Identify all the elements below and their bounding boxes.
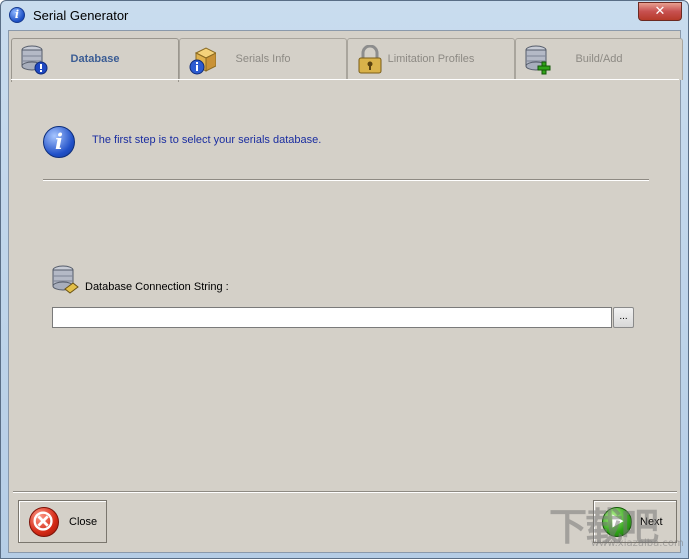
wizard-panel: Database Serials Info Limitation Profile… bbox=[8, 30, 683, 553]
database-connection-icon bbox=[52, 265, 79, 294]
title-bar[interactable]: i Serial Generator ✕ bbox=[1, 1, 688, 29]
tab-limitation-profiles[interactable]: Limitation Profiles bbox=[347, 38, 515, 80]
tab-database[interactable]: Database bbox=[11, 38, 179, 82]
separator bbox=[43, 179, 649, 181]
app-info-icon: i bbox=[9, 7, 25, 23]
info-icon: i bbox=[43, 126, 75, 158]
tab-limitation-profiles-label: Limitation Profiles bbox=[387, 53, 475, 65]
tab-divider bbox=[11, 79, 679, 80]
tab-build-add-label: Build/Add bbox=[575, 53, 623, 65]
window-title: Serial Generator bbox=[33, 8, 129, 23]
connection-string-input[interactable] bbox=[52, 307, 612, 328]
step-instruction: The first step is to select your serials… bbox=[92, 134, 322, 146]
watermark-logo: 下载吧 www.xiazaiba.com bbox=[549, 496, 684, 554]
close-button[interactable]: Close bbox=[18, 500, 107, 543]
tab-build-add[interactable]: Build/Add bbox=[515, 38, 683, 80]
bottom-separator bbox=[13, 491, 677, 493]
tab-serials-info-label: Serials Info bbox=[235, 53, 291, 65]
close-button-label: Close bbox=[69, 516, 98, 528]
serial-generator-window: i Serial Generator ✕ Database Serials In… bbox=[0, 0, 689, 559]
watermark-url: www.xiazaiba.com bbox=[591, 538, 684, 549]
window-close-button[interactable]: ✕ bbox=[638, 2, 682, 21]
tab-database-label: Database bbox=[70, 53, 120, 65]
connection-string-label: Database Connection String : bbox=[85, 281, 229, 293]
browse-button[interactable]: ... bbox=[613, 307, 634, 328]
close-icon bbox=[29, 507, 59, 537]
tab-serials-info[interactable]: Serials Info bbox=[179, 38, 347, 80]
